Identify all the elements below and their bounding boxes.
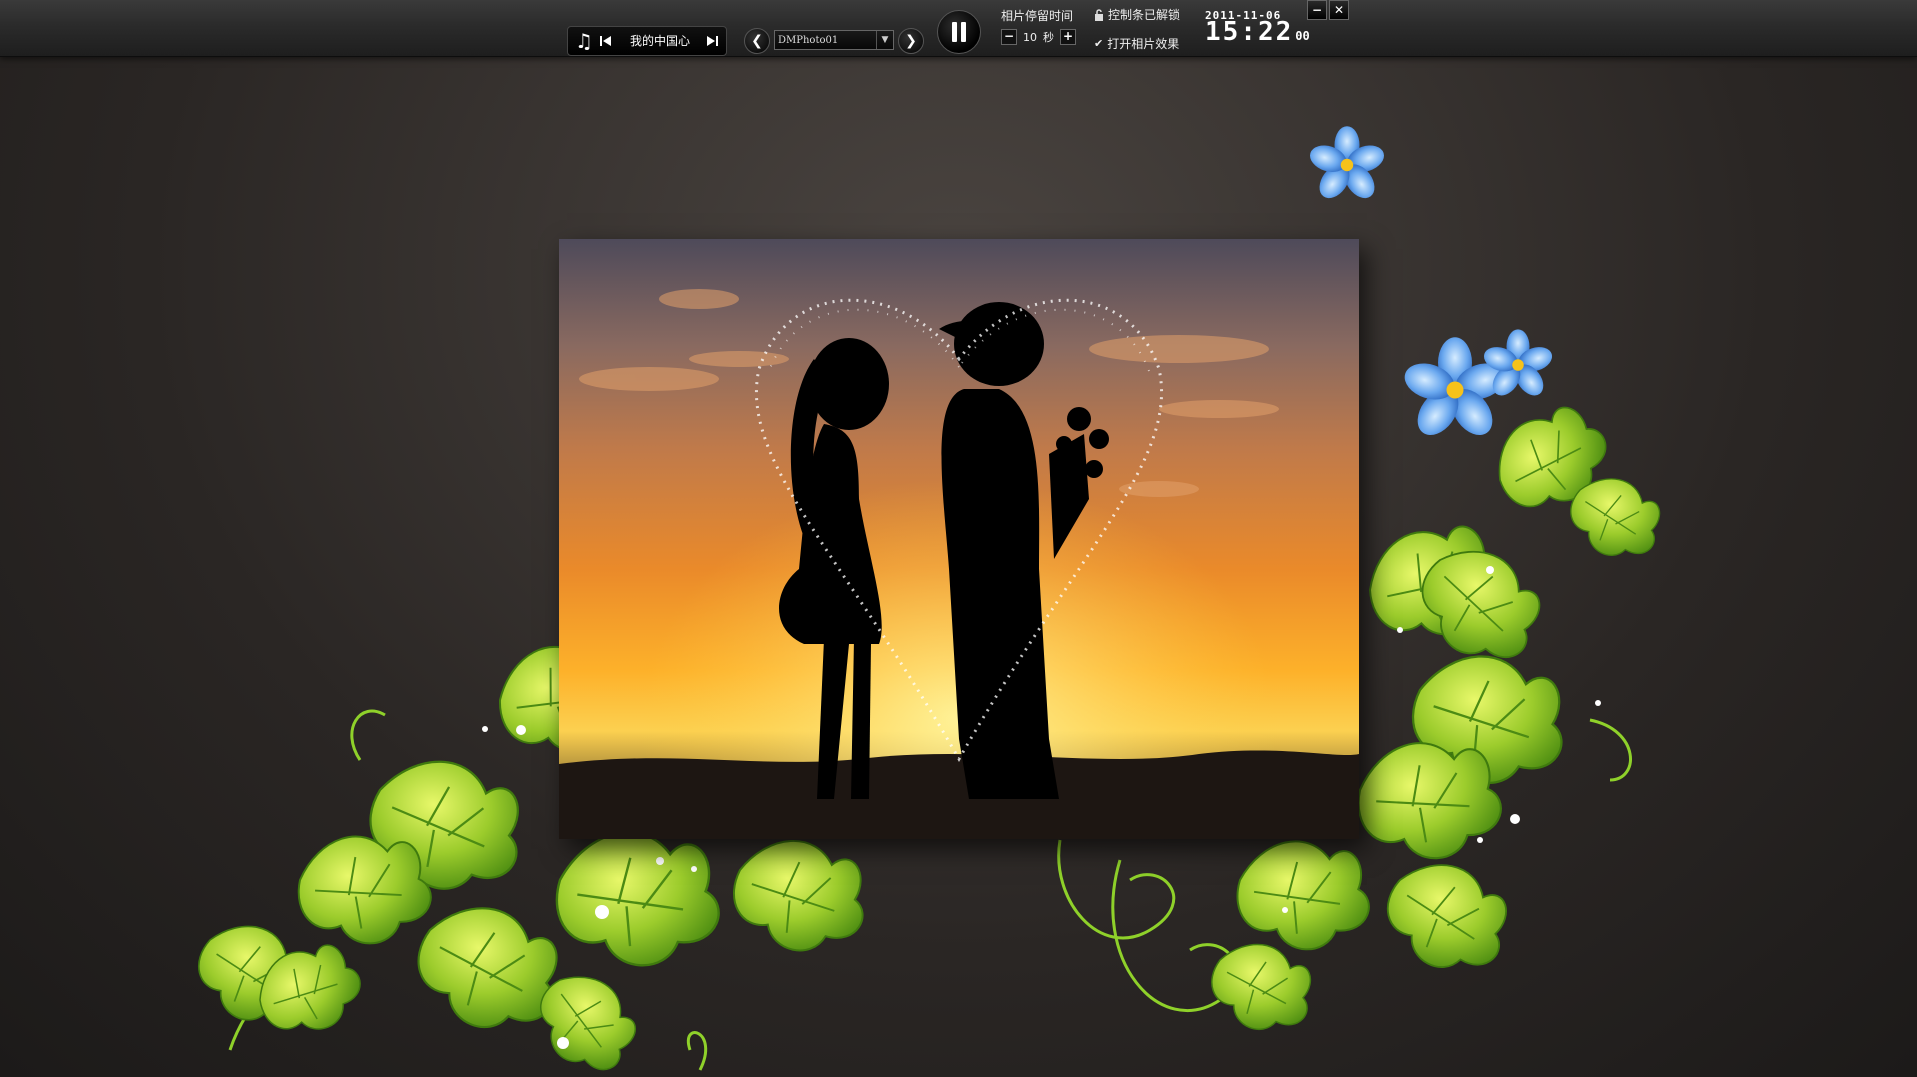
chevron-down-icon[interactable]: ▼	[876, 31, 893, 49]
stay-time-stepper: − 10 秒 +	[1001, 28, 1076, 46]
clock-seconds: 00	[1295, 29, 1310, 43]
previous-track-button[interactable]	[598, 27, 614, 55]
next-track-icon	[707, 36, 718, 46]
song-title: 我的中国心	[629, 34, 690, 48]
pause-icon	[952, 22, 957, 42]
decrease-time-button[interactable]: −	[1001, 29, 1017, 45]
stay-time-value: 10	[1023, 30, 1037, 44]
photo-effect-checkbox[interactable]: ✔ 打开相片效果	[1094, 35, 1179, 52]
music-note-icon[interactable]: ♫	[572, 27, 596, 55]
lock-toggle[interactable]: 控制条已解锁	[1094, 6, 1180, 23]
album-select[interactable]: DMPhoto01 ▼	[774, 30, 894, 50]
slideshow-stage: ♫ 我的中国心 ❮ DMPhoto01 ▼ ❯ 相片停留时间 − 10 秒 + …	[0, 0, 1917, 1077]
music-controls: ♫ 我的中国心	[567, 26, 727, 56]
unlock-icon	[1095, 8, 1103, 21]
clock-hours-minutes: 15:22	[1205, 17, 1294, 47]
minimize-button[interactable]: −	[1307, 0, 1327, 20]
previous-album-button[interactable]: ❮	[744, 28, 770, 54]
pause-icon-bar	[961, 22, 966, 42]
photo-effect-label: 打开相片效果	[1107, 37, 1180, 51]
close-button[interactable]: ✕	[1329, 0, 1349, 20]
previous-track-icon	[600, 36, 611, 46]
album-select-value: DMPhoto01	[778, 35, 839, 46]
next-track-button[interactable]	[704, 27, 720, 55]
clock-time: 15:22 00	[1205, 17, 1310, 47]
stay-time-unit: 秒	[1043, 31, 1054, 44]
checkmark-icon: ✔	[1094, 37, 1104, 50]
increase-time-button[interactable]: +	[1060, 29, 1076, 45]
control-bar: ♫ 我的中国心 ❮ DMPhoto01 ▼ ❯ 相片停留时间 − 10 秒 + …	[0, 0, 1917, 57]
lock-label: 控制条已解锁	[1108, 8, 1181, 22]
stay-time-label: 相片停留时间	[1001, 9, 1074, 23]
slideshow-photo	[559, 239, 1359, 839]
pause-button[interactable]	[937, 10, 981, 54]
next-album-button[interactable]: ❯	[898, 28, 924, 54]
